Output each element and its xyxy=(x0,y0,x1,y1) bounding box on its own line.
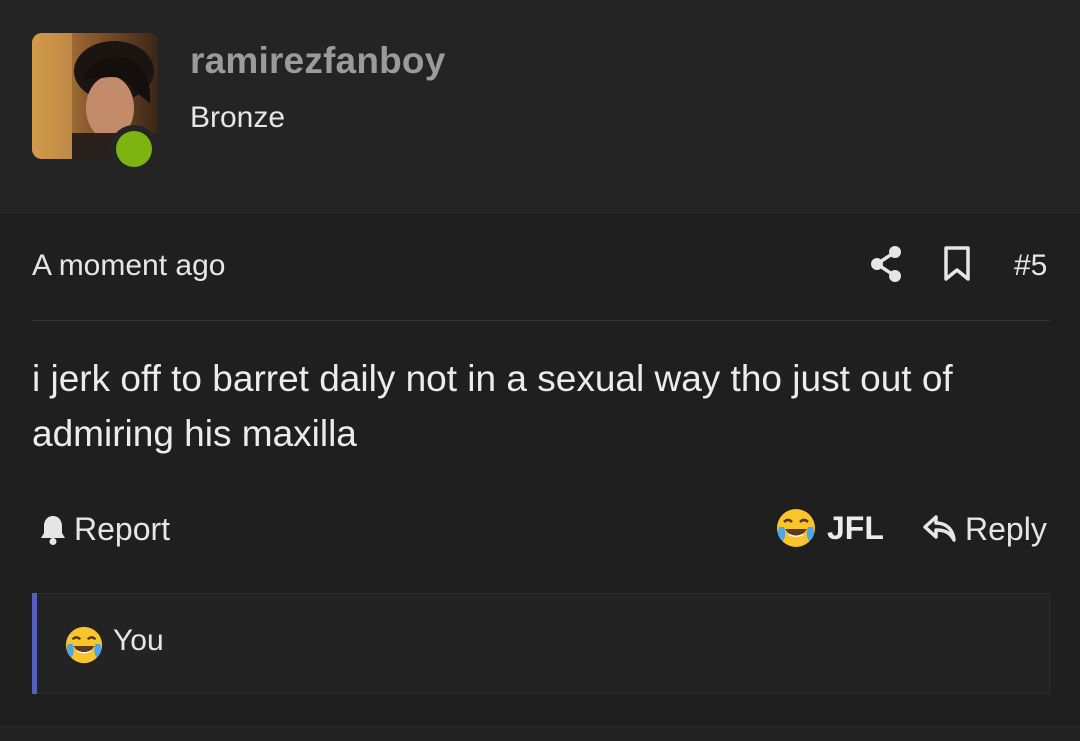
post-number-link[interactable]: #5 xyxy=(1014,249,1047,283)
report-label: Report xyxy=(74,510,171,547)
crying-laughing-emoji-icon xyxy=(777,509,815,547)
react-label: JFL xyxy=(827,509,884,546)
online-status-indicator xyxy=(110,125,158,173)
reactions-summary-label[interactable]: You xyxy=(113,624,164,658)
post-body: i jerk off to barret daily not in a sexu… xyxy=(32,358,953,454)
bookmark-icon xyxy=(944,246,970,281)
post-content: A moment ago #5 i jerk off to barret dai… xyxy=(0,212,1080,727)
user-rank: Bronze xyxy=(190,101,286,134)
report-button[interactable]: Report xyxy=(38,509,170,549)
share-button[interactable] xyxy=(869,245,903,283)
post-header: ramirezfanboy Bronze xyxy=(0,0,1080,211)
react-button[interactable]: JFL xyxy=(775,506,884,550)
reactions-accent-bar xyxy=(32,593,37,694)
post-timestamp[interactable]: A moment ago xyxy=(32,249,225,283)
bell-icon xyxy=(41,516,65,545)
username[interactable]: ramirezfanboy xyxy=(190,40,446,82)
reply-button[interactable]: Reply xyxy=(923,509,1047,549)
reactions-summary[interactable]: You xyxy=(32,593,1050,694)
divider xyxy=(32,320,1050,321)
bookmark-button[interactable] xyxy=(942,245,972,283)
reply-label: Reply xyxy=(965,510,1047,547)
crying-laughing-emoji-icon xyxy=(65,626,103,664)
next-post-edge xyxy=(0,726,1080,741)
share-icon xyxy=(871,246,901,282)
forum-post: ramirezfanboy Bronze A moment ago #5 i j… xyxy=(0,0,1080,741)
reply-arrow-icon xyxy=(923,515,956,542)
